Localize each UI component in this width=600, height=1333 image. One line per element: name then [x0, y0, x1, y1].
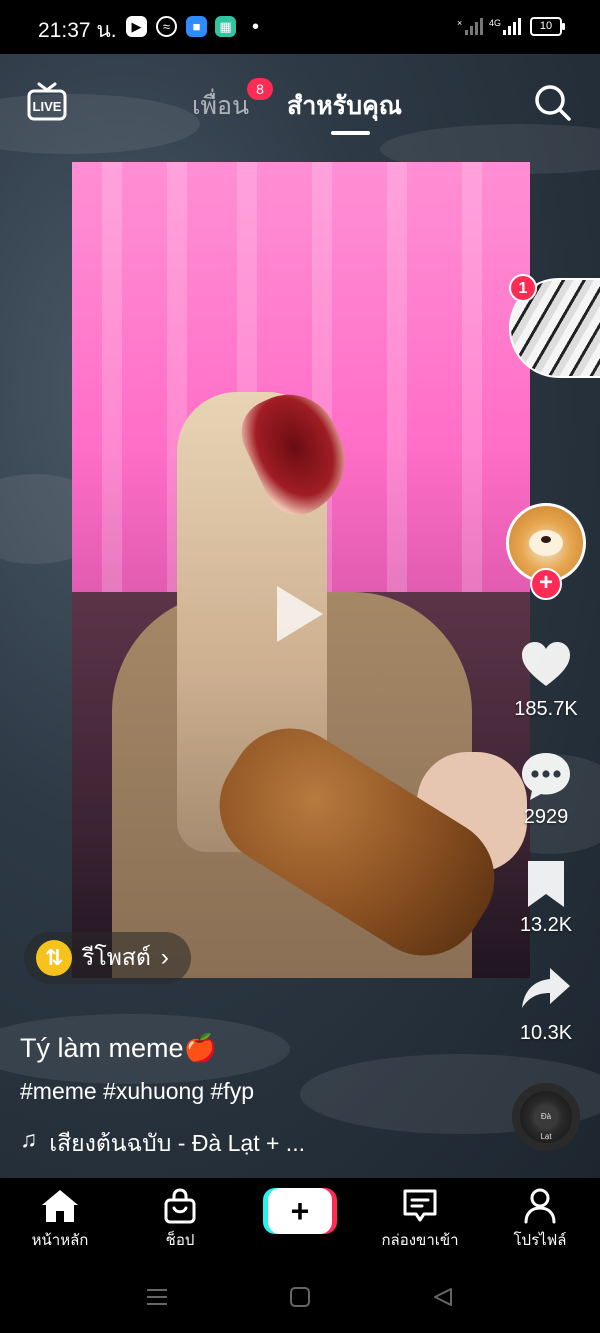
- create-button[interactable]: +: [263, 1188, 337, 1234]
- nav-home[interactable]: หน้าหลัก: [5, 1188, 115, 1252]
- play-icon[interactable]: [277, 586, 323, 642]
- home-icon: [5, 1188, 115, 1224]
- like-count: 185.7K: [514, 698, 578, 720]
- back-icon[interactable]: [432, 1286, 454, 1313]
- tab-friends[interactable]: เพื่อน: [192, 86, 249, 126]
- messenger-notification-icon: ≈: [156, 16, 177, 37]
- app-notification-icon: ▦: [215, 16, 236, 37]
- signal-icon: ×: [457, 18, 483, 39]
- shop-icon: [125, 1188, 235, 1224]
- nav-profile[interactable]: โปรไฟล์: [485, 1188, 595, 1252]
- status-time: 21:37 น.: [38, 19, 117, 42]
- nav-profile-label: โปรไฟล์: [513, 1232, 567, 1249]
- nav-shop-label: ช็อป: [165, 1232, 195, 1249]
- nav-inbox[interactable]: กล่องขาเข้า: [365, 1188, 475, 1252]
- comment-count: 2929: [523, 806, 569, 828]
- nav-home-label: หน้าหลัก: [31, 1232, 89, 1249]
- heart-icon[interactable]: [520, 640, 572, 692]
- system-nav-bar: [0, 1268, 600, 1333]
- music-note-icon: ♫: [20, 1126, 38, 1152]
- live-label: LIVE: [33, 99, 62, 114]
- battery-icon: 10: [530, 17, 565, 36]
- story-badge: 1: [509, 274, 537, 302]
- nav-inbox-label: กล่องขาเข้า: [381, 1232, 459, 1249]
- inbox-icon: [365, 1188, 475, 1224]
- author-username[interactable]: Tý làm meme🍎: [20, 1032, 217, 1064]
- app-notification-icon: ■: [186, 16, 207, 37]
- disc-label: Đà Lạt: [536, 1107, 556, 1141]
- hashtags[interactable]: #meme #xuhuong #fyp: [20, 1078, 254, 1105]
- nav-shop[interactable]: ช็อป: [125, 1188, 235, 1252]
- search-icon[interactable]: [534, 84, 572, 122]
- repost-button[interactable]: ⇅ รีโพสต์ ›: [24, 932, 191, 984]
- share-icon[interactable]: [520, 964, 572, 1016]
- share-count: 10.3K: [519, 1022, 573, 1044]
- bottom-nav: หน้าหลัก ช็อป + กล่องขาเข้า โปรไฟล์: [0, 1178, 600, 1268]
- svg-text:4G: 4G: [489, 18, 501, 28]
- bookmark-icon[interactable]: [520, 858, 572, 910]
- active-tab-indicator: [331, 131, 370, 135]
- save-count: 13.2K: [519, 914, 573, 936]
- home-button-icon[interactable]: [289, 1286, 311, 1313]
- video-player[interactable]: [72, 162, 530, 978]
- live-icon[interactable]: LIVE: [27, 82, 67, 122]
- friends-badge: 8: [247, 78, 273, 100]
- status-bar: 21:37 น. ▶ ≈ ■ ▦ • × 4G 10: [0, 0, 600, 54]
- battery-level: 10: [539, 20, 553, 32]
- more-notifications-dot: •: [252, 16, 260, 38]
- youtube-notification-icon: ▶: [126, 16, 147, 37]
- follow-button[interactable]: +: [530, 568, 562, 600]
- music-line[interactable]: ♫ เสียงต้นฉบับ - Đà Lạt + ...: [20, 1126, 305, 1162]
- repost-label: รีโพสต์: [82, 944, 151, 970]
- recent-apps-icon[interactable]: [146, 1286, 168, 1313]
- plus-icon: +: [268, 1188, 332, 1234]
- profile-icon: [485, 1188, 595, 1224]
- music-disc[interactable]: Đà Lạt: [512, 1083, 580, 1151]
- signal-4g-icon: 4G: [489, 18, 523, 39]
- chevron-right-icon: ›: [160, 944, 169, 971]
- svg-text:×: ×: [457, 18, 462, 28]
- tab-for-you[interactable]: สำหรับคุณ: [287, 86, 402, 126]
- comment-icon[interactable]: [520, 750, 572, 802]
- repost-icon: ⇅: [36, 940, 72, 976]
- music-title: เสียงต้นฉบับ - Đà Lạt + ...: [49, 1130, 305, 1156]
